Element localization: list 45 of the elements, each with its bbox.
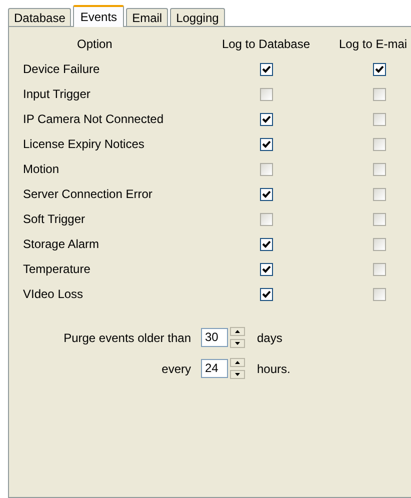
number-field[interactable]: 24 bbox=[201, 359, 228, 378]
column-header: Log to Database bbox=[222, 36, 310, 53]
checkbox[interactable] bbox=[260, 188, 272, 201]
checkbox[interactable] bbox=[260, 163, 272, 176]
checkbox[interactable] bbox=[373, 288, 386, 301]
checkbox[interactable] bbox=[260, 88, 272, 101]
number-field[interactable]: 30 bbox=[201, 328, 228, 347]
field-label: every bbox=[162, 362, 191, 376]
checkbox[interactable] bbox=[373, 113, 386, 126]
tab[interactable]: Events bbox=[73, 5, 124, 27]
checkbox[interactable] bbox=[260, 138, 272, 151]
option-label: License Expiry Notices bbox=[23, 136, 144, 153]
checkbox[interactable] bbox=[260, 63, 272, 76]
spinner-buttons[interactable] bbox=[230, 358, 245, 379]
option-label: Storage Alarm bbox=[23, 236, 100, 253]
option-label: IP Camera Not Connected bbox=[23, 111, 164, 128]
option-label: Input Trigger bbox=[23, 86, 90, 103]
checkbox[interactable] bbox=[373, 213, 386, 226]
column-header: Log to E-mai bbox=[339, 36, 408, 53]
checkbox[interactable] bbox=[373, 88, 386, 101]
checkbox[interactable] bbox=[373, 238, 386, 251]
checkbox[interactable] bbox=[373, 63, 386, 76]
unit-label: days bbox=[257, 330, 282, 344]
checkbox[interactable] bbox=[260, 213, 272, 226]
checkbox[interactable] bbox=[260, 113, 272, 126]
tab[interactable]: Logging bbox=[170, 8, 225, 26]
option-label: Device Failure bbox=[23, 61, 100, 78]
option-label: Soft Trigger bbox=[23, 211, 86, 228]
checkbox[interactable] bbox=[260, 238, 272, 251]
column-header: Option bbox=[77, 36, 112, 53]
option-label: Server Connection Error bbox=[23, 186, 152, 203]
checkbox[interactable] bbox=[373, 163, 386, 176]
spinner-buttons[interactable] bbox=[230, 327, 245, 348]
tab[interactable]: Email bbox=[126, 8, 168, 26]
checkbox[interactable] bbox=[373, 138, 386, 151]
unit-label: hours. bbox=[257, 362, 290, 376]
checkbox[interactable] bbox=[373, 188, 386, 201]
tab[interactable]: Database bbox=[8, 8, 72, 26]
option-label: Temperature bbox=[23, 261, 90, 278]
checkbox[interactable] bbox=[260, 288, 272, 301]
checkbox[interactable] bbox=[373, 263, 386, 276]
field-label: Purge events older than bbox=[64, 330, 191, 344]
option-label: Motion bbox=[23, 161, 60, 178]
checkbox[interactable] bbox=[260, 263, 272, 276]
option-label: VIdeo Loss bbox=[23, 286, 84, 303]
